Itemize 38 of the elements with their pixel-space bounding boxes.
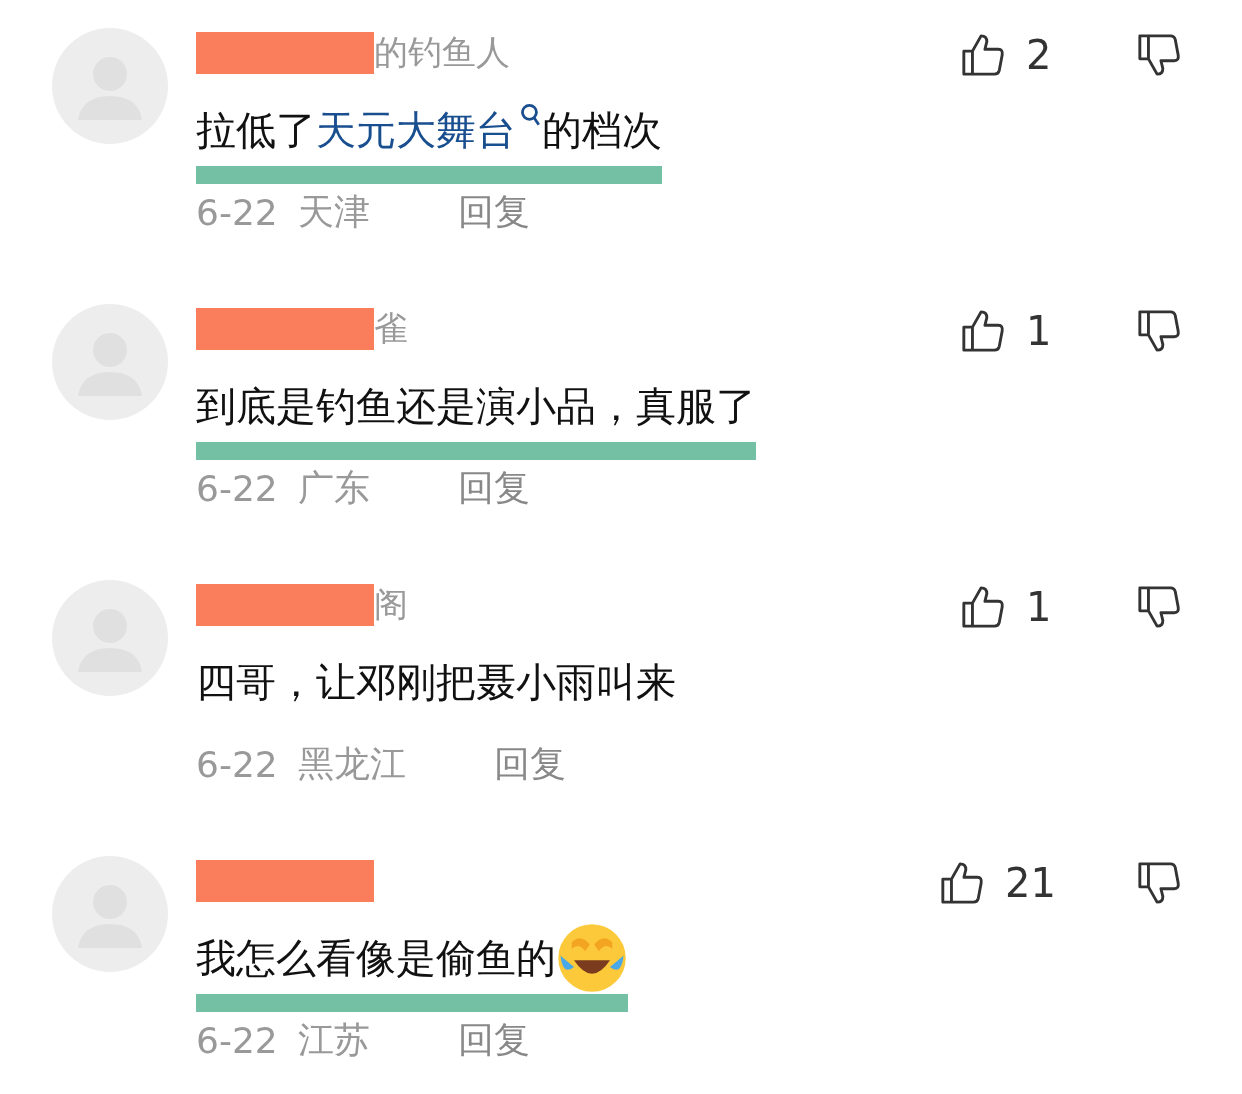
comment-text: 我怎么看像是偷鱼的 bbox=[196, 933, 556, 983]
comment-location: 江苏 bbox=[297, 1018, 370, 1062]
reply-link[interactable]: 回复 bbox=[457, 188, 530, 237]
username[interactable]: 阁 bbox=[374, 582, 408, 628]
dislike-button[interactable] bbox=[1136, 308, 1182, 354]
comment-location: 黑龙江 bbox=[297, 742, 406, 786]
like-button[interactable]: 1 bbox=[960, 584, 1056, 630]
comment-text: 的档次 bbox=[542, 105, 662, 155]
like-button[interactable]: 1 bbox=[960, 308, 1056, 354]
avatar-icon bbox=[52, 304, 168, 420]
reply-link[interactable]: 回复 bbox=[493, 740, 566, 789]
thumbs-up-icon bbox=[960, 584, 1006, 630]
dislike-button[interactable] bbox=[1136, 860, 1182, 906]
laughing-emoji-icon bbox=[556, 922, 628, 994]
like-button[interactable]: 2 bbox=[960, 32, 1056, 78]
topic-link[interactable]: 天元大舞台 bbox=[316, 102, 542, 158]
like-button[interactable]: 21 bbox=[939, 860, 1056, 906]
comment-date: 6-22 bbox=[196, 744, 278, 785]
comment-date: 6-22 bbox=[196, 192, 278, 233]
username[interactable]: 的钓鱼人 bbox=[374, 30, 510, 76]
avatar-icon bbox=[52, 856, 168, 972]
comment-location: 广东 bbox=[297, 466, 370, 510]
reply-link[interactable]: 回复 bbox=[457, 464, 530, 513]
comment-text: 四哥，让邓刚把聂小雨叫来 bbox=[196, 657, 676, 707]
comment-text: 到底是钓鱼还是演小品，真服了 bbox=[196, 381, 756, 431]
thumbs-up-icon bbox=[960, 32, 1006, 78]
comment-date: 6-22 bbox=[196, 1020, 278, 1061]
comment-date: 6-22 bbox=[196, 468, 278, 509]
dislike-button[interactable] bbox=[1136, 584, 1182, 630]
thumbs-up-icon bbox=[939, 860, 986, 906]
avatar-icon bbox=[52, 28, 168, 144]
avatar-icon bbox=[52, 580, 168, 696]
thumbs-up-icon bbox=[960, 308, 1006, 354]
dislike-button[interactable] bbox=[1136, 32, 1182, 78]
comment-text: 拉低了 bbox=[196, 105, 316, 155]
username[interactable]: 雀 bbox=[374, 306, 408, 352]
comment-location: 天津 bbox=[297, 190, 370, 234]
reply-link[interactable]: 回复 bbox=[457, 1016, 530, 1065]
